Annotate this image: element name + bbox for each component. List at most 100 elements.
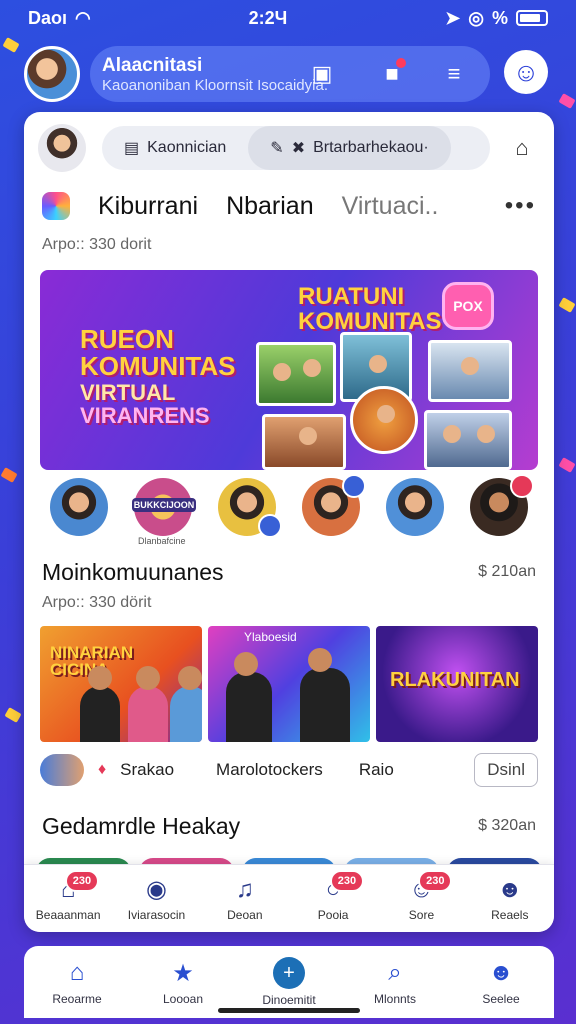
bottom-nav-item-4[interactable]: ⌕ Mlonnts [353,958,437,1006]
segment-label-1: Kaonnician [147,139,227,156]
meta-line-2: Arpo:: 330 dörit [42,594,152,611]
confetti [0,467,18,483]
star-icon: ★ [172,959,194,987]
bottom-nav-item-5[interactable]: ☻ Seelee [459,958,543,1006]
badge: 230 [418,869,453,892]
camera-badge-icon [258,514,282,538]
tab-3[interactable]: Virtuaci.. [342,192,439,221]
bottom-nav-label-3: Dinoemitit [262,993,316,1007]
bag-icon: ▤ [124,140,140,157]
thumb-card-2[interactable]: Ylaboesid [208,626,370,742]
bell-icon[interactable]: ⌂ [504,130,540,166]
banner-line-4: VIRANRENS [80,402,210,428]
footer-label-3: Raio [358,760,394,779]
community-avatar[interactable] [302,474,366,536]
bottom-nav-item-1[interactable]: ⌂ Reoarme [35,958,119,1006]
confetti [558,297,576,313]
banner-photo [424,410,512,470]
music-icon: ♫ [235,875,254,903]
group-avatar[interactable] [24,46,80,102]
inner-nav-label-3: Deoan [227,907,263,922]
footer-label-1: Srakao [120,760,175,779]
plus-icon: + [273,957,305,989]
segment-button-2[interactable]: ✎ ✖ Brtarbarhekaou· [248,126,451,170]
section-2-header: Gedamrdle Heakay $ 320an [24,806,554,846]
clock: 2:2Ч [248,7,288,28]
battery-icon [515,10,548,26]
bottom-nav-item-3[interactable]: + Dinoemitit [247,957,331,1007]
shield-icon: ♦ [98,761,107,778]
camera-icon[interactable]: ▣ [306,58,338,90]
pen-icon: ✎ [270,140,284,157]
inner-nav-label-4: Pooia [317,907,349,922]
banner-photo [428,340,512,402]
person-figure [170,666,202,742]
main-card: ▤ Kaonnician ✎ ✖ Brtarbarhekaou· ⌂ Kibur… [24,112,554,932]
banner-line-2: KOMUNITAS [80,351,236,382]
app-logo-icon [42,192,70,220]
user-avatar[interactable] [38,124,86,172]
inner-nav-item-5[interactable]: ☺ Sore 230 [386,869,456,922]
person-figure [128,666,168,742]
banner-right-line-1: RUATUNI [298,283,405,310]
segment-button-1[interactable]: ▤ Kaonnician [102,126,248,170]
community-avatar[interactable] [50,478,108,536]
promo-banner[interactable]: RUEON KOMUNITAS VIRTUAL VIRANRENS RUATUN… [40,270,538,470]
section-2-price: $ 320an [478,817,536,834]
inner-nav-item-6[interactable]: ☻ Reaels [475,876,545,922]
badge: 230 [329,869,365,892]
alarm-icon: ◎ [468,7,484,28]
detail-button[interactable]: Dsinl [474,753,538,787]
inner-nav-item-3[interactable]: ♫ Deoan [210,876,280,922]
inner-nav-item-2[interactable]: ◉ Iviarasocin [121,876,191,922]
more-icon[interactable]: ••• [505,192,536,220]
profile-icon[interactable]: ☺ [504,50,548,94]
chat-badge-icon [342,474,366,498]
card-top: ▤ Kaonnician ✎ ✖ Brtarbarhekaou· ⌂ [24,112,554,184]
wifi-icon: ◠ [75,7,91,28]
confetti [558,93,576,109]
person-icon: ☻ [488,959,514,986]
top-header: Alaacnitasi Kaoanoniban Kloornsit Isocai… [24,44,552,104]
community-avatar[interactable]: BUKKCIJOON Dlanbafcine [132,478,196,546]
carrier-label: Daoı [28,7,68,28]
bottom-nav-label-5: Seelee [482,992,520,1006]
tabs-row: Kiburrani Nbarian Virtuaci.. ••• [24,184,554,228]
confetti [2,37,20,53]
location-arrow-icon: ➤ [445,7,461,28]
thumb-card-1[interactable]: NINARIAN CICINA [40,626,202,742]
inner-nav-label-2: Iviarasocin [127,907,186,922]
badge: 230 [64,869,100,892]
home-indicator[interactable] [218,1008,360,1013]
chat-icon[interactable]: ■ [376,58,408,90]
community-avatar[interactable] [218,478,282,538]
notification-dot [396,58,406,68]
segment-label-2: Brtarbarhekaou· [313,139,429,156]
community-avatar[interactable] [470,474,534,536]
tab-1[interactable]: Kiburrani [98,192,198,221]
filter-icon[interactable]: ≡ [438,58,470,90]
person-figure [226,652,272,742]
tab-2[interactable]: Nbarian [226,192,314,221]
meta-line: Arpo:: 330 dorit [42,236,152,253]
search-icon: ⌕ [388,959,402,986]
header-pill[interactable]: Alaacnitasi Kaoanoniban Kloornsit Isocai… [90,46,490,102]
inner-nav-item-1[interactable]: ⌂ Beaaanman 230 [33,869,103,922]
person-figure [300,648,350,742]
bottom-nav-label-1: Reoarme [52,992,102,1006]
mini-avatars [40,754,84,786]
community-avatar[interactable] [386,478,444,536]
footer-label-2: Marolotockers [216,760,323,779]
thumb-card-3[interactable]: RLAKUNITAN [376,626,538,742]
heart-badge: POX [442,282,494,330]
thumb-3-title: RLAKUNITAN [390,669,520,691]
bottom-nav-item-2[interactable]: ★ Loooan [141,958,225,1007]
inner-nav-label-1: Beaaanman [35,907,101,922]
banner-left-text: RUEON KOMUNITAS VIRTUAL VIRANRENS [80,325,236,428]
banner-photo [262,414,346,470]
confetti [558,457,576,473]
inner-nav: ⌂ Beaaanman 230 ◉ Iviarasocin ♫ Deoan ○ … [24,864,554,932]
inner-nav-item-4[interactable]: ○ Pooia 230 [298,869,368,922]
battery-percent: % [491,7,508,28]
live-badge-icon [510,474,534,498]
